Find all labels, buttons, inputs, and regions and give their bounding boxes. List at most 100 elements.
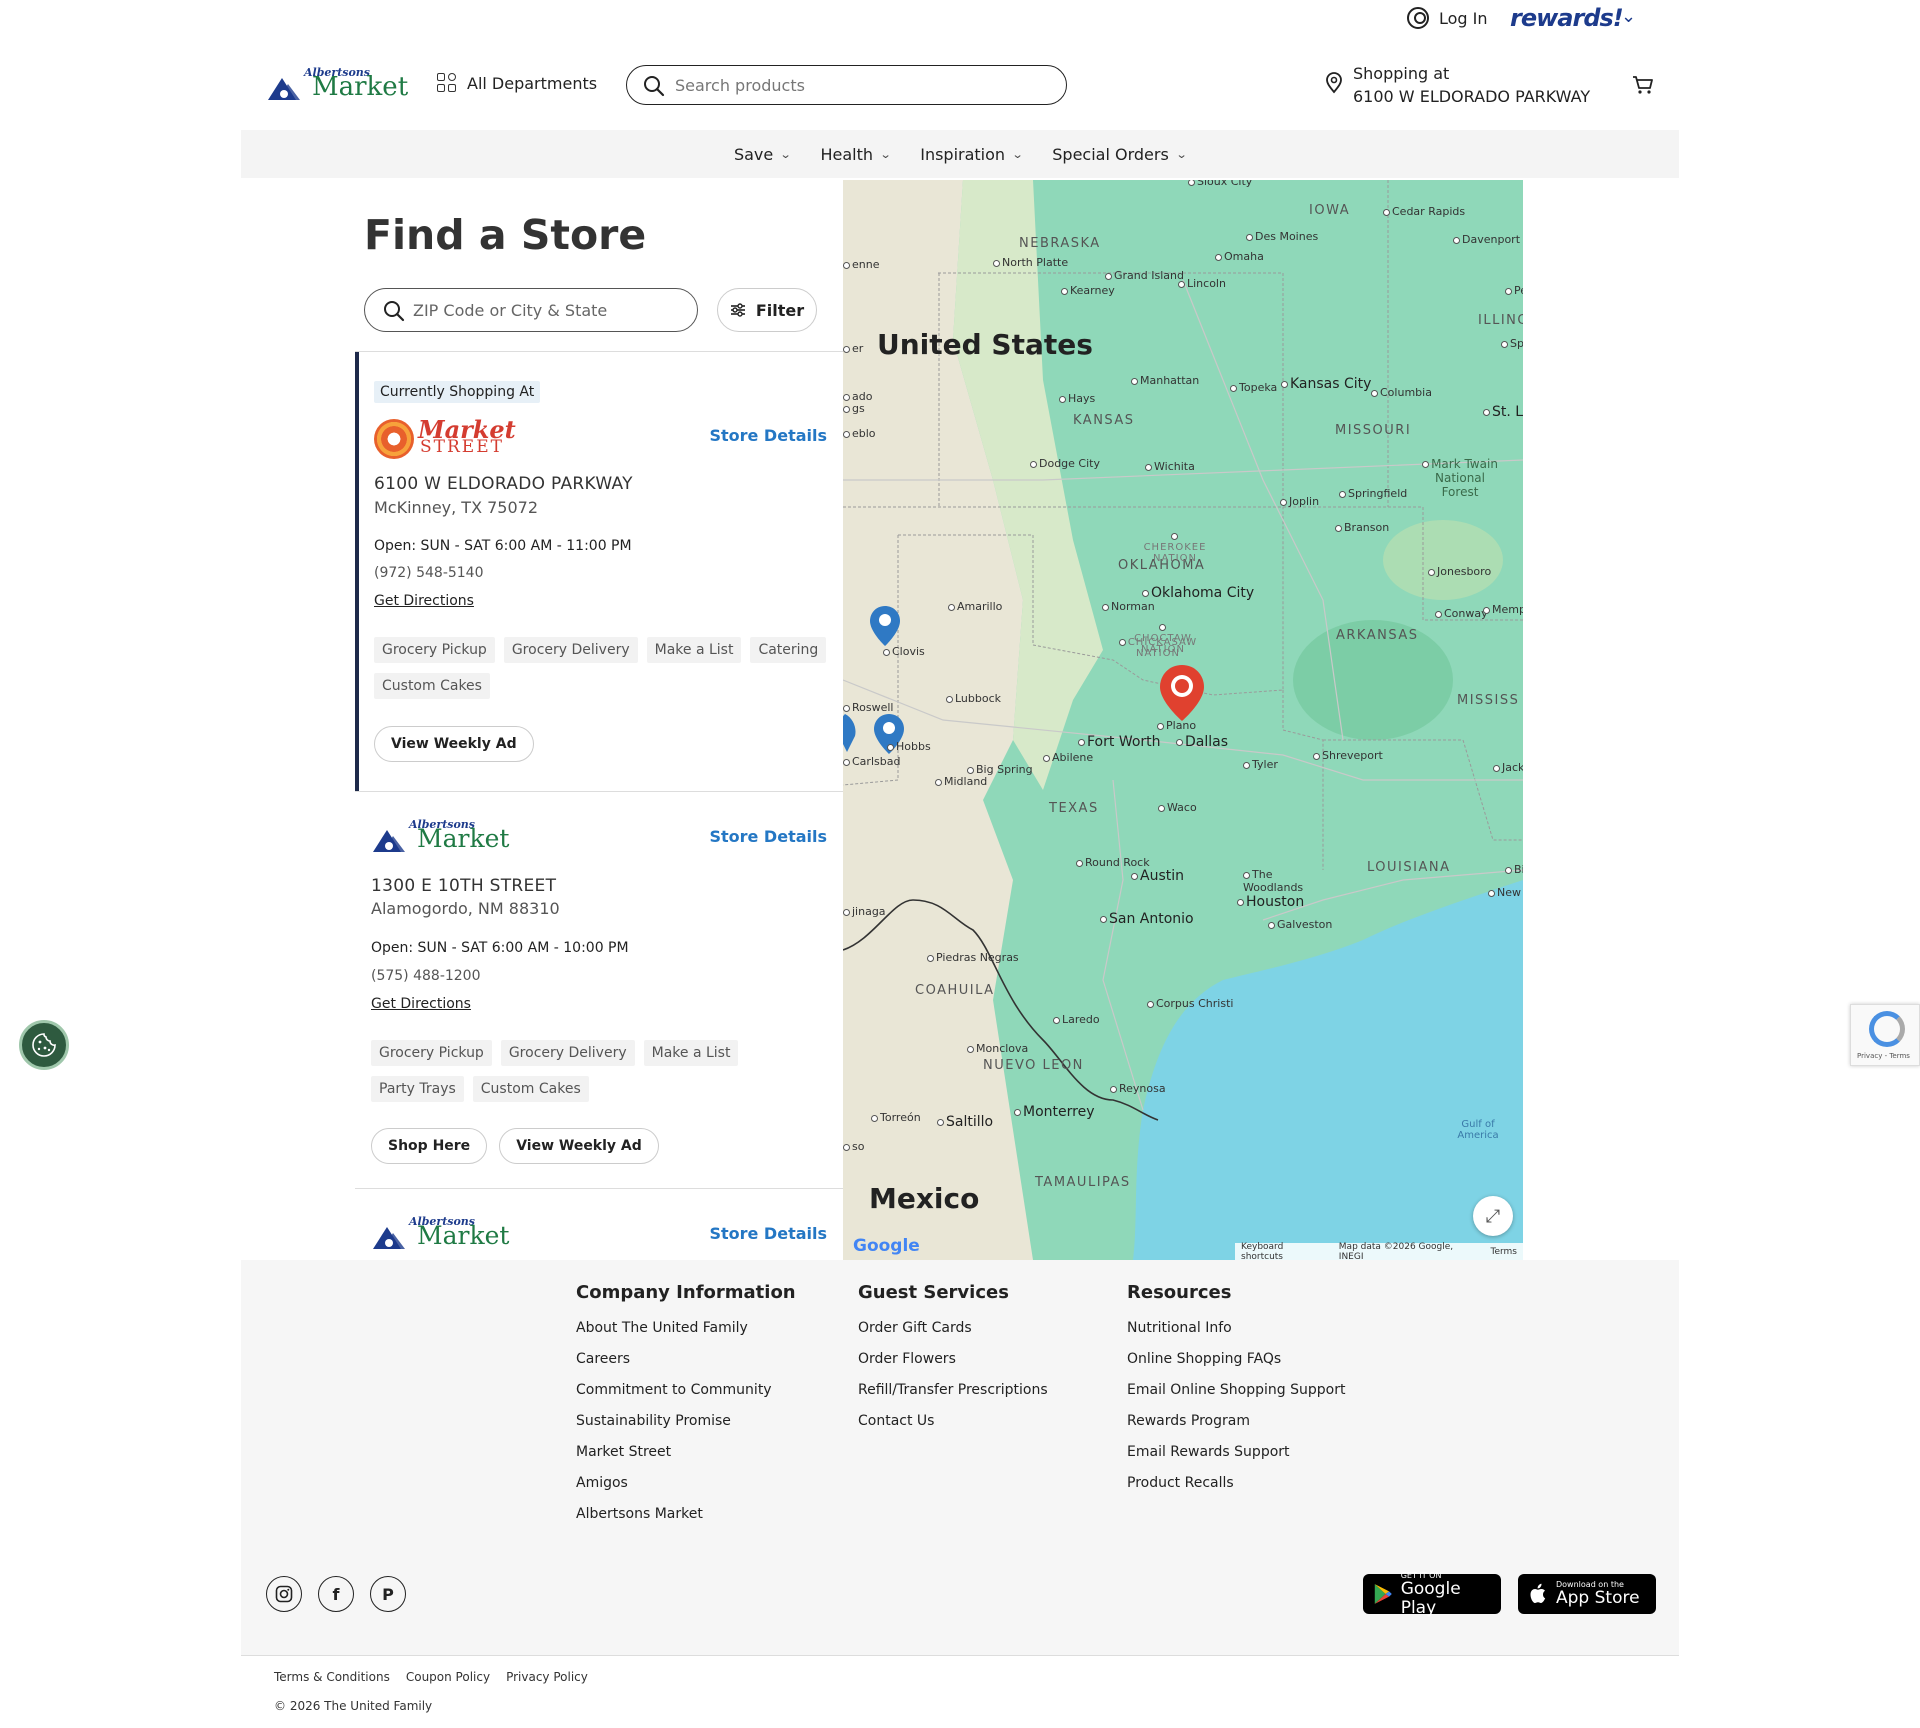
store-list-panel: Find a Store Filter Currently Shopping A…	[355, 180, 843, 1260]
get-directions-link[interactable]: Get Directions	[374, 593, 474, 609]
shopping-at-label: Shopping at	[1353, 64, 1450, 83]
shop-here-button[interactable]: Shop Here	[371, 1128, 488, 1164]
service-tag: Grocery Pickup	[371, 1040, 492, 1066]
footer-link[interactable]: Albertsons Market	[576, 1499, 796, 1530]
nav-item-label: Health	[820, 144, 873, 164]
state-label: NEBRASKA	[1019, 236, 1101, 251]
city-label: Plano	[1157, 719, 1196, 732]
state-label: NUEVO LEON	[983, 1058, 1084, 1073]
coupon-policy-link[interactable]: Coupon Policy	[406, 1670, 490, 1684]
city-label: Monclova	[967, 1042, 1028, 1055]
store-card[interactable]: Albertsons Market Store Details 1300 E 1…	[355, 792, 843, 1188]
footer-link[interactable]: Order Gift Cards	[858, 1313, 1048, 1344]
terms-link[interactable]: Terms & Conditions	[274, 1670, 390, 1684]
store-card[interactable]: Albertsons Market Store Details	[355, 1189, 843, 1260]
cart-icon[interactable]	[1632, 75, 1654, 95]
filter-button[interactable]: Filter	[717, 288, 817, 332]
albertsons-a-icon	[373, 1227, 405, 1249]
banner-line2: STREET	[420, 437, 504, 457]
app-store-button[interactable]: Download on the App Store	[1518, 1574, 1656, 1614]
city-label: Round Rock	[1076, 856, 1150, 869]
store-map[interactable]: United States Mexico NEBRASKA IOWA KANSA…	[843, 180, 1523, 1260]
footer-link[interactable]: Sustainability Promise	[576, 1406, 796, 1437]
footer-link[interactable]: Email Rewards Support	[1127, 1437, 1345, 1468]
city-label: Columbia	[1371, 386, 1432, 399]
divider	[241, 1655, 1679, 1656]
product-search	[626, 65, 1067, 105]
albertsons-market-logo: Albertsons Market	[371, 818, 509, 854]
zip-input[interactable]	[413, 300, 683, 320]
map-terms-link[interactable]: Terms	[1490, 1247, 1517, 1257]
nav-item-save[interactable]: Save ⌄	[734, 145, 792, 164]
footer-link[interactable]: Amigos	[576, 1468, 796, 1499]
view-weekly-ad-button[interactable]: View Weekly Ad	[499, 1128, 659, 1164]
albertsons-market-logo[interactable]: Albertsons Market	[266, 66, 408, 102]
footer-link[interactable]: Commitment to Community	[576, 1375, 796, 1406]
store-actions: Shop Here View Weekly Ad	[371, 1128, 659, 1164]
footer-link[interactable]: Order Flowers	[858, 1344, 1048, 1375]
nation-label: CHEROKEE NATION	[1140, 531, 1210, 564]
store-phone[interactable]: (972) 548-5140	[374, 565, 484, 581]
rewards-logo[interactable]: rewards!	[1510, 4, 1624, 32]
city-label: Tyler	[1243, 758, 1278, 771]
copyright: © 2026 The United Family	[274, 1699, 433, 1713]
search-icon	[384, 301, 405, 322]
store-details-link[interactable]: Store Details	[709, 1224, 827, 1243]
instagram-icon[interactable]	[266, 1576, 302, 1612]
city-label: er	[843, 342, 863, 355]
shopping-at-store[interactable]: Shopping at 6100 W ELDORADO PARKWAY	[1326, 62, 1590, 108]
current-store-badge: Currently Shopping At	[374, 381, 541, 403]
store-city: Alamogordo, NM 88310	[371, 899, 560, 918]
city-label: Des Moines	[1246, 230, 1318, 243]
view-weekly-ad-button[interactable]: View Weekly Ad	[374, 726, 534, 762]
footer-link[interactable]: About The United Family	[576, 1313, 796, 1344]
cookie-settings-button[interactable]	[19, 1020, 69, 1070]
legal-links: Terms & Conditions Coupon Policy Privacy…	[274, 1670, 588, 1684]
nav-item-special-orders[interactable]: Special Orders ⌄	[1052, 145, 1187, 164]
city-label: Manhattan	[1131, 374, 1199, 387]
footer-link[interactable]: Market Street	[576, 1437, 796, 1468]
store-phone[interactable]: (575) 488-1200	[371, 968, 481, 984]
service-tags: Grocery Pickup Grocery Delivery Make a L…	[374, 637, 834, 699]
footer-link[interactable]: Careers	[576, 1344, 796, 1375]
recaptcha-badge[interactable]: Privacy - Terms	[1850, 1004, 1920, 1066]
state-label: IOWA	[1309, 203, 1351, 218]
keyboard-shortcuts-link[interactable]: Keyboard shortcuts	[1241, 1242, 1327, 1261]
state-label: KANSAS	[1073, 413, 1135, 428]
footer-link[interactable]: Rewards Program	[1127, 1406, 1345, 1437]
pinterest-icon[interactable]: P	[370, 1576, 406, 1612]
search-input[interactable]	[675, 75, 1035, 95]
apple-icon	[1530, 1583, 1546, 1603]
get-directions-link[interactable]: Get Directions	[371, 996, 471, 1012]
store-details-link[interactable]: Store Details	[709, 827, 827, 846]
map-attribution: Keyboard shortcuts Map data ©2026 Google…	[1235, 1242, 1523, 1261]
app-store-line2: App Store	[1556, 1588, 1640, 1608]
nav-item-health[interactable]: Health ⌄	[820, 144, 891, 164]
service-tag: Custom Cakes	[374, 673, 490, 699]
privacy-policy-link[interactable]: Privacy Policy	[506, 1670, 588, 1684]
google-play-button[interactable]: GET IT ON Google Play	[1363, 1571, 1501, 1617]
city-label: Houston	[1237, 894, 1304, 910]
footer-link[interactable]: Contact Us	[858, 1406, 1048, 1437]
store-details-link[interactable]: Store Details	[709, 426, 827, 445]
city-label: Piedras Negras	[927, 951, 1019, 964]
nav-item-inspiration[interactable]: Inspiration ⌄	[920, 145, 1023, 164]
all-departments-button[interactable]: All Departments	[437, 73, 597, 93]
water-label: Gulf of America	[1457, 1119, 1499, 1141]
fullscreen-icon[interactable]: ⤢	[1473, 1196, 1513, 1236]
login-label: Log In	[1439, 8, 1488, 28]
footer-link[interactable]: Refill/Transfer Prescriptions	[858, 1375, 1048, 1406]
facebook-icon[interactable]: f	[318, 1576, 354, 1612]
chevron-down-icon[interactable]: ⌄	[1621, 6, 1636, 27]
city-label: gs	[843, 402, 865, 415]
footer-link[interactable]: Email Online Shopping Support	[1127, 1375, 1345, 1406]
footer-column-company: Company Information About The United Fam…	[576, 1282, 796, 1530]
city-label: Joplin	[1280, 495, 1319, 508]
city-label: Kansas City	[1281, 376, 1371, 392]
login-button[interactable]: Log In	[1407, 7, 1488, 29]
store-card[interactable]: Currently Shopping At Market STREET Stor…	[355, 352, 843, 791]
footer-link[interactable]: Nutritional Info	[1127, 1313, 1345, 1344]
recaptcha-text: Privacy - Terms	[1857, 1052, 1910, 1060]
footer-link[interactable]: Product Recalls	[1127, 1468, 1345, 1499]
footer-link[interactable]: Online Shopping FAQs	[1127, 1344, 1345, 1375]
